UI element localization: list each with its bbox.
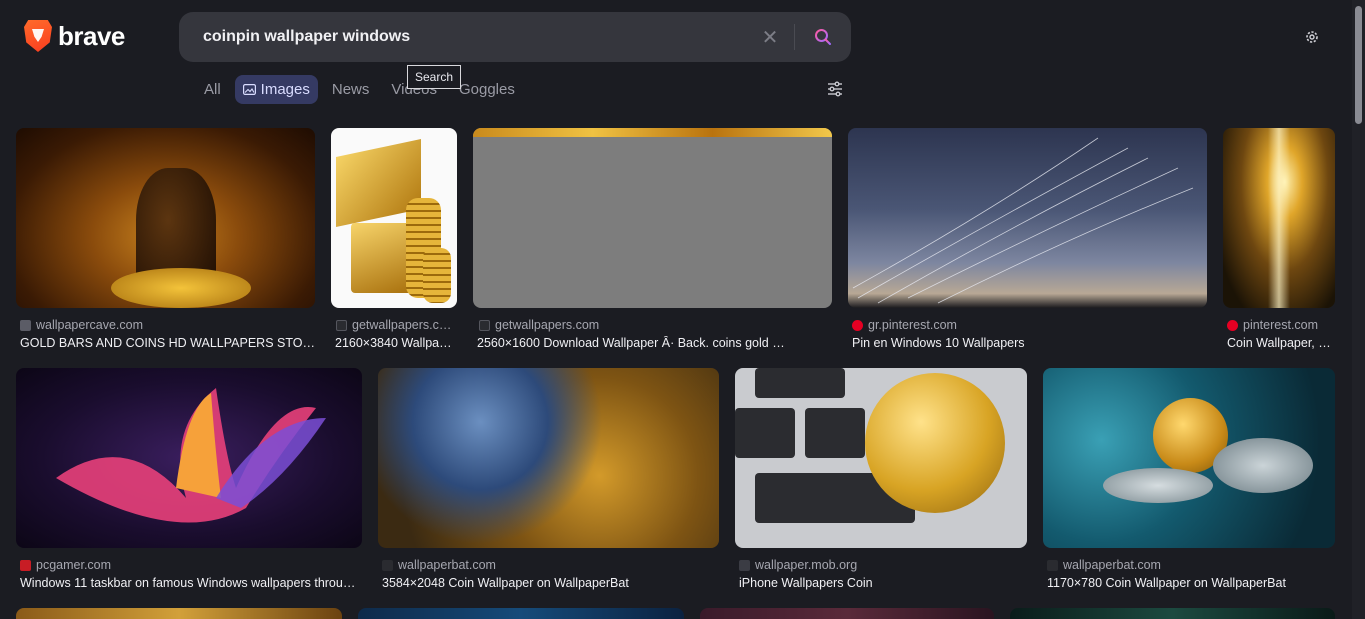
site-favicon-icon: [1047, 559, 1058, 571]
result-source: pinterest.com: [1227, 318, 1335, 332]
sliders-icon: [828, 81, 842, 97]
result-title[interactable]: iPhone Wallpapers Coin: [739, 576, 1027, 590]
tab-goggles[interactable]: Goggles: [451, 75, 523, 104]
source-domain: getwallpapers.com: [495, 318, 600, 332]
result-source: pcgamer.com: [20, 558, 362, 572]
result-thumbnail[interactable]: [700, 608, 994, 619]
result-source: wallpaperbat.com: [382, 558, 719, 572]
result-thumbnail[interactable]: [378, 368, 719, 548]
result-thumbnail[interactable]: [16, 608, 342, 619]
result-thumbnail[interactable]: [16, 128, 315, 308]
result-title[interactable]: GOLD BARS AND COINS HD WALLPAPERS STOC…: [20, 336, 315, 350]
page-scrollbar[interactable]: [1352, 0, 1365, 619]
clear-search-button[interactable]: ✕: [752, 19, 788, 55]
search-icon: [815, 29, 831, 45]
brand-name: brave: [58, 20, 125, 51]
site-favicon-icon: [739, 559, 750, 571]
image-icon: [242, 83, 256, 95]
source-domain: wallpaperbat.com: [1063, 558, 1161, 572]
tab-images-label: Images: [260, 80, 310, 98]
gear-icon: [1306, 31, 1318, 43]
search-button[interactable]: [795, 12, 851, 62]
result-source: getwallpapers.c…: [336, 318, 457, 332]
result-title[interactable]: Coin Wallpaper, …: [1227, 336, 1335, 350]
search-type-tabs: All Images News Videos Goggles: [196, 74, 529, 104]
source-domain: pinterest.com: [1243, 318, 1319, 332]
result-title[interactable]: 2160×3840 Wallpa…: [335, 336, 457, 350]
search-results-page: brave ✕ Search All: [0, 0, 1365, 619]
result-source: wallpapercave.com: [20, 318, 315, 332]
result-thumbnail[interactable]: [735, 368, 1027, 548]
source-domain: getwallpapers.c…: [352, 318, 452, 332]
result-source: gr.pinterest.com: [852, 318, 1207, 332]
result-title[interactable]: 2560×1600 Download Wallpaper Â· Back. co…: [477, 336, 832, 350]
site-favicon-icon: [336, 319, 347, 331]
close-icon: ✕: [761, 26, 779, 49]
result-title[interactable]: 3584×2048 Coin Wallpaper on WallpaperBat: [382, 576, 719, 590]
result-thumbnail[interactable]: [331, 128, 457, 308]
site-favicon-icon: [479, 319, 490, 331]
source-domain: gr.pinterest.com: [868, 318, 957, 332]
result-thumbnail[interactable]: [16, 368, 362, 548]
search-bar: ✕: [179, 12, 851, 62]
result-thumbnail[interactable]: [848, 128, 1207, 308]
source-domain: wallpaper.mob.org: [755, 558, 858, 572]
filters-button[interactable]: [826, 80, 844, 98]
result-title[interactable]: Windows 11 taskbar on famous Windows wal…: [20, 576, 362, 590]
result-title[interactable]: Pin en Windows 10 Wallpapers: [852, 336, 1207, 350]
result-source: wallpaperbat.com: [1047, 558, 1335, 572]
source-domain: pcgamer.com: [36, 558, 112, 572]
result-thumbnail[interactable]: [1010, 608, 1335, 619]
result-thumbnail[interactable]: [1223, 128, 1335, 308]
search-tooltip: Search: [407, 65, 462, 89]
tab-news[interactable]: News: [324, 75, 378, 104]
result-source: wallpaper.mob.org: [739, 558, 1027, 572]
site-favicon-icon: [20, 319, 31, 331]
search-input[interactable]: [179, 28, 752, 46]
result-source: getwallpapers.com: [479, 318, 832, 332]
site-favicon-icon: [20, 559, 31, 571]
result-thumbnail[interactable]: [358, 608, 684, 619]
tab-images[interactable]: Images: [234, 74, 318, 104]
result-title[interactable]: 1170×780 Coin Wallpaper on WallpaperBat: [1047, 576, 1335, 590]
settings-button[interactable]: [1301, 26, 1323, 48]
tab-all[interactable]: All: [196, 75, 229, 104]
brave-lion-icon: [24, 20, 52, 52]
result-thumbnail[interactable]: [473, 128, 832, 308]
pinterest-icon: [852, 319, 863, 331]
source-domain: wallpaperbat.com: [398, 558, 496, 572]
result-thumbnail[interactable]: [1043, 368, 1335, 548]
pinterest-icon: [1227, 319, 1238, 331]
scrollbar-thumb[interactable]: [1355, 6, 1362, 124]
brave-logo[interactable]: brave: [24, 20, 125, 52]
site-favicon-icon: [382, 559, 393, 571]
source-domain: wallpapercave.com: [36, 318, 143, 332]
